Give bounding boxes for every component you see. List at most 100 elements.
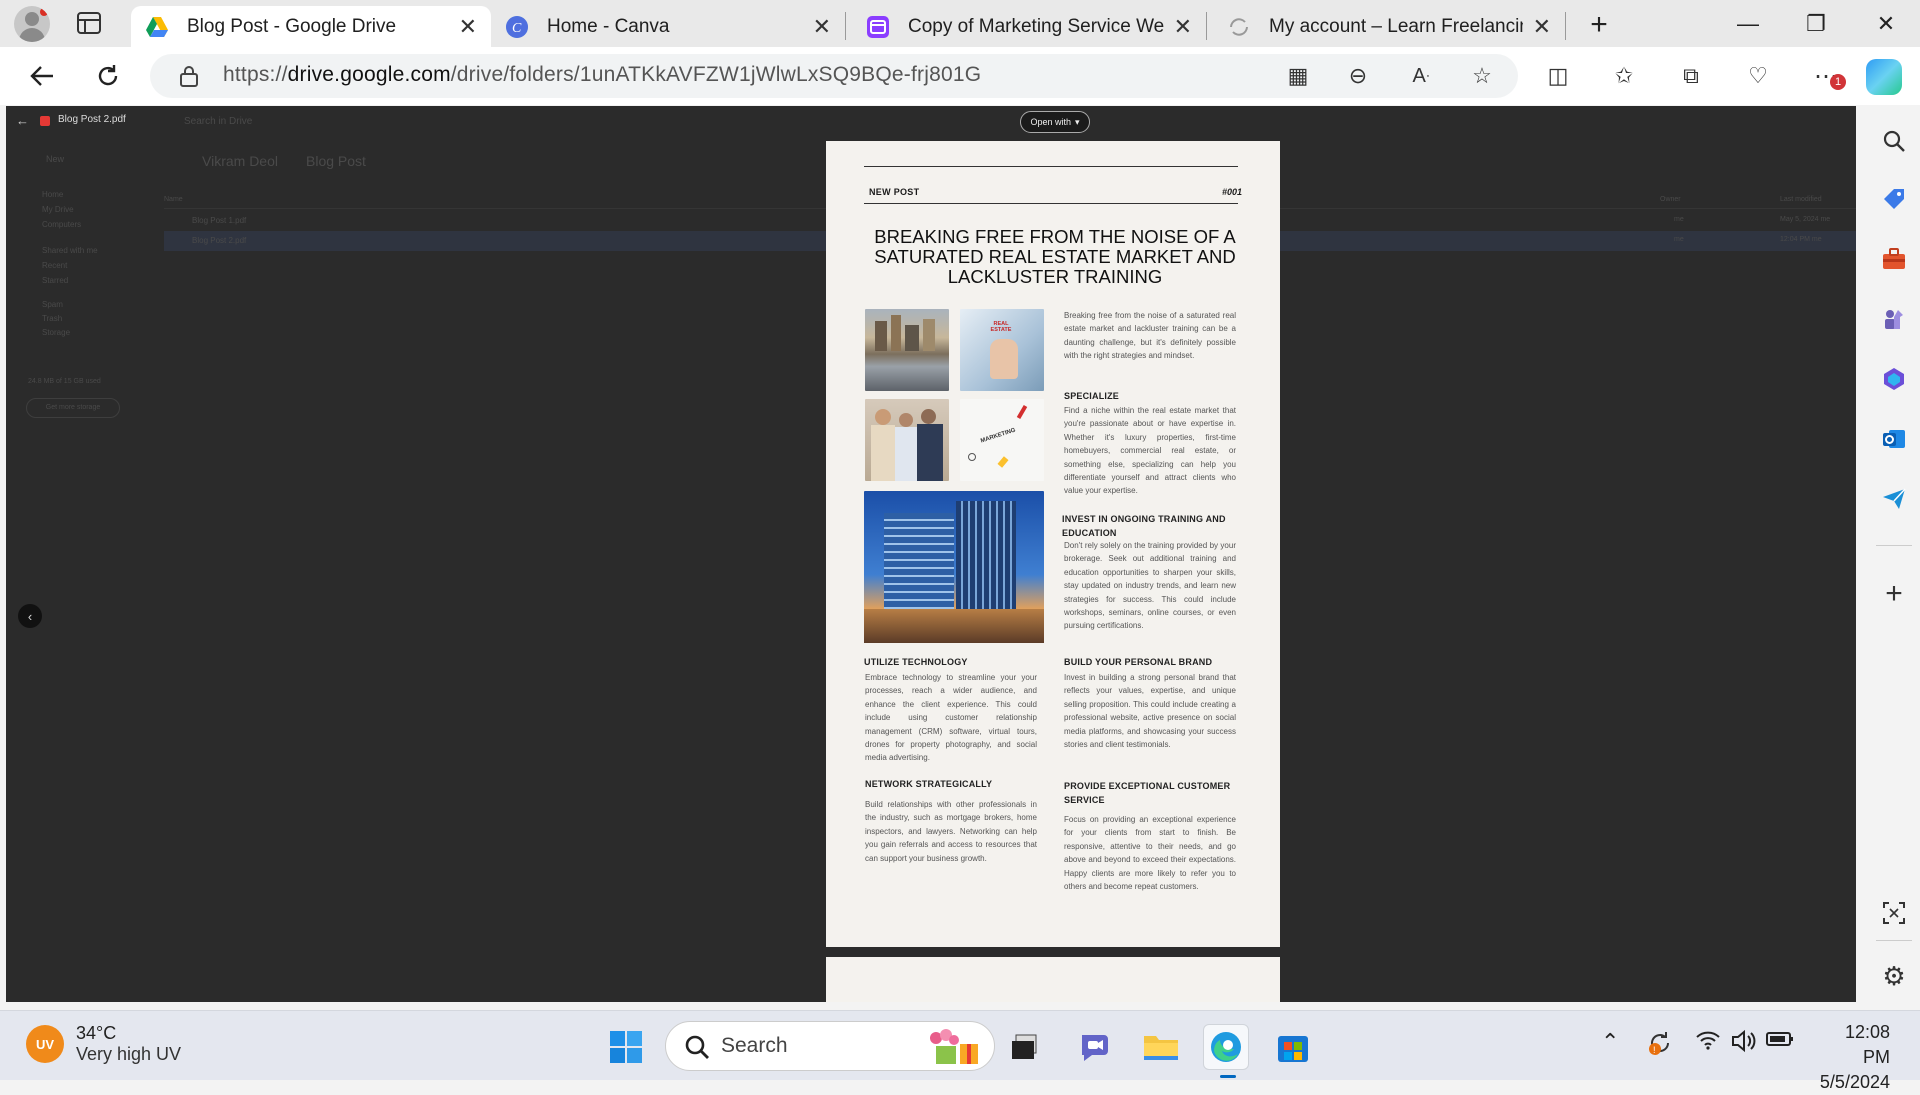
section-title-technology: UTILIZE TECHNOLOGY bbox=[864, 657, 968, 667]
file-row-name: Blog Post 2.pdf bbox=[192, 236, 247, 245]
tab-marketing-service[interactable]: Copy of Marketing Service Websi ✕ bbox=[852, 6, 1206, 47]
favorite-star-icon[interactable]: ☆ bbox=[1462, 56, 1502, 96]
new-tab-button[interactable]: + bbox=[1582, 8, 1616, 42]
section-title-brand: BUILD YOUR PERSONAL BRAND bbox=[1064, 657, 1213, 667]
open-with-label: Open with bbox=[1030, 117, 1071, 127]
browser-essentials-icon[interactable]: ♡ bbox=[1738, 56, 1778, 96]
more-options-icon[interactable]: ⋯ 1 bbox=[1806, 56, 1846, 96]
section-title-service: PROVIDE EXCEPTIONAL CUSTOMER SERVICE bbox=[1064, 781, 1231, 805]
microsoft-store-icon[interactable] bbox=[1270, 1024, 1316, 1070]
real-estate-touch-image: REAL ESTATE bbox=[960, 309, 1044, 391]
intro-paragraph: Breaking free from the noise of a satura… bbox=[1064, 311, 1236, 361]
tools-briefcase-icon[interactable] bbox=[1876, 241, 1912, 277]
breadcrumb-root: Vikram Deol bbox=[202, 153, 278, 169]
viewer-back-icon[interactable]: ← bbox=[16, 113, 29, 128]
section-title-training: INVEST IN ONGOING TRAINING AND EDUCATION bbox=[1062, 514, 1226, 538]
favorites-icon[interactable]: ✩ bbox=[1604, 56, 1644, 96]
microsoft-365-icon[interactable] bbox=[1876, 361, 1912, 397]
shopping-tag-icon[interactable] bbox=[1876, 181, 1912, 217]
tab-actions-icon[interactable] bbox=[77, 12, 101, 34]
post-number: #001 bbox=[1221, 187, 1242, 197]
add-sidebar-app-icon[interactable]: + bbox=[1876, 576, 1912, 612]
teams-meet-icon[interactable] bbox=[1072, 1024, 1118, 1070]
battery-icon[interactable] bbox=[1766, 1029, 1794, 1055]
tab-google-drive[interactable]: Blog Post - Google Drive ✕ bbox=[131, 6, 491, 47]
divider bbox=[864, 203, 1238, 204]
apps-available-icon[interactable]: ▦ bbox=[1278, 56, 1318, 96]
office-building-image bbox=[864, 491, 1044, 643]
back-arrow-icon bbox=[30, 66, 53, 86]
tab-learn-freelancing[interactable]: My account – Learn Freelancing \ ✕ bbox=[1213, 6, 1565, 47]
chevron-down-icon: ▾ bbox=[1075, 116, 1080, 127]
storage-button: Get more storage bbox=[26, 398, 120, 418]
close-tab-icon[interactable]: ✕ bbox=[1174, 14, 1192, 40]
nav-item: Shared with me bbox=[42, 246, 98, 255]
google-drive-icon bbox=[146, 16, 168, 37]
settings-gear-icon[interactable]: ⚙ bbox=[1876, 958, 1912, 994]
clock-date: 5/5/2024 bbox=[1819, 1072, 1890, 1092]
collections-icon[interactable]: ⧉ bbox=[1671, 56, 1711, 96]
nav-item: My Drive bbox=[42, 205, 74, 214]
column-name: Name bbox=[164, 196, 183, 203]
back-button[interactable] bbox=[22, 56, 62, 96]
notification-badge: 1 bbox=[1830, 74, 1846, 90]
volume-icon[interactable] bbox=[1730, 1029, 1758, 1059]
collapse-left-icon[interactable]: ‹ bbox=[18, 604, 42, 628]
minimize-button[interactable]: — bbox=[1714, 0, 1782, 47]
nav-item: Computers bbox=[42, 220, 82, 229]
task-view-icon[interactable] bbox=[1002, 1024, 1048, 1070]
tab-title: My account – Learn Freelancing \ bbox=[1269, 15, 1523, 37]
uv-badge: UV bbox=[26, 1025, 64, 1063]
read-aloud-icon[interactable]: Aᐧ bbox=[1401, 56, 1441, 96]
games-chess-icon[interactable] bbox=[1876, 301, 1912, 337]
section-body-network: Build relationships with other professio… bbox=[865, 800, 1037, 863]
column-owner: Owner bbox=[1660, 196, 1681, 203]
url-domain: drive.google.com bbox=[287, 63, 451, 86]
open-with-button[interactable]: Open with ▾ bbox=[1020, 111, 1090, 133]
storage-text: 24.8 MB of 15 GB used bbox=[28, 378, 101, 385]
windows-logo-icon bbox=[610, 1031, 642, 1063]
search-icon bbox=[685, 1035, 709, 1059]
file-explorer-icon[interactable] bbox=[1138, 1024, 1184, 1070]
nav-item: Home bbox=[42, 190, 64, 199]
system-clock[interactable]: 12:08 PM 5/5/2024 bbox=[1815, 1020, 1890, 1095]
pdf-page-next bbox=[826, 957, 1280, 1002]
profile-avatar[interactable] bbox=[14, 6, 50, 42]
top-rule bbox=[864, 166, 1238, 167]
file-row-modified: 12:04 PM me bbox=[1780, 236, 1822, 243]
search-icon[interactable] bbox=[1876, 123, 1912, 159]
taskbar-search[interactable]: Search bbox=[665, 1021, 995, 1071]
start-button[interactable] bbox=[603, 1024, 649, 1070]
section-body-technology: Embrace technology to streamline your yo… bbox=[865, 673, 1037, 763]
tab-canva-home[interactable]: C Home - Canva ✕ bbox=[491, 6, 845, 47]
svg-text:!: ! bbox=[1653, 1045, 1656, 1055]
show-hidden-icons-chevron[interactable]: ⌃ bbox=[1601, 1029, 1619, 1055]
nav-item: Trash bbox=[42, 314, 63, 323]
split-screen-icon[interactable]: ◫ bbox=[1538, 56, 1578, 96]
url-prefix: https:// bbox=[223, 63, 288, 86]
send-icon[interactable] bbox=[1876, 481, 1912, 517]
pdf-viewer-overlay: ← Blog Post 2.pdf Search in Drive New Vi… bbox=[6, 106, 1856, 1002]
copilot-icon[interactable] bbox=[1866, 59, 1902, 95]
close-window-button[interactable]: ✕ bbox=[1852, 0, 1920, 47]
address-bar[interactable]: https://drive.google.com/drive/folders/1… bbox=[150, 54, 1518, 98]
edge-browser-icon[interactable] bbox=[1203, 1024, 1249, 1078]
pdf-page: NEW POST #001 BREAKING FREE FROM THE NOI… bbox=[826, 141, 1280, 947]
pdf-file-icon bbox=[40, 116, 50, 126]
url-text[interactable]: https://drive.google.com/drive/folders/1… bbox=[223, 63, 981, 87]
refresh-button[interactable] bbox=[88, 56, 128, 96]
section-body-service: Focus on providing an exceptional experi… bbox=[1064, 815, 1236, 892]
restore-button[interactable]: ❐ bbox=[1782, 0, 1850, 47]
lock-icon[interactable] bbox=[179, 65, 199, 87]
sync-alert-icon[interactable]: ! bbox=[1646, 1029, 1674, 1063]
post-headline: BREAKING FREE FROM THE NOISE OF A SATURA… bbox=[874, 226, 1236, 287]
weather-widget[interactable]: UV 34°C Very high UV bbox=[26, 1023, 181, 1065]
close-tab-icon[interactable]: ✕ bbox=[1533, 14, 1551, 40]
wifi-icon[interactable] bbox=[1695, 1029, 1721, 1057]
close-tab-icon[interactable]: ✕ bbox=[459, 14, 477, 40]
zoom-out-icon[interactable]: ⊖ bbox=[1338, 56, 1378, 96]
screenshot-icon[interactable] bbox=[1876, 895, 1912, 931]
search-label: Search bbox=[721, 1034, 788, 1057]
close-tab-icon[interactable]: ✕ bbox=[813, 14, 831, 40]
outlook-icon[interactable] bbox=[1876, 421, 1912, 457]
